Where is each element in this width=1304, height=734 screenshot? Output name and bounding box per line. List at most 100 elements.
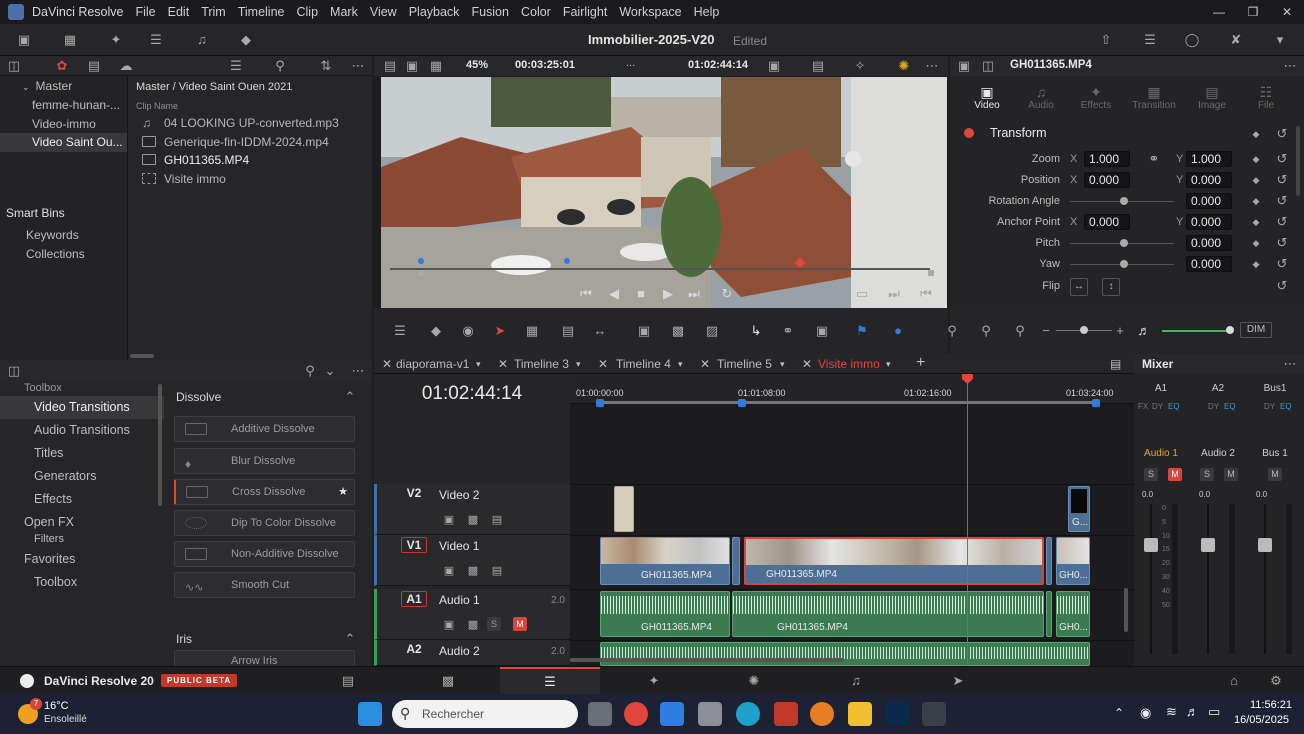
keyframe-icon[interactable]: ◆ [1248, 256, 1264, 272]
menu-help[interactable]: Help [694, 5, 720, 19]
fx-label[interactable]: FX [1138, 402, 1148, 411]
go-to-end-icon[interactable]: ⏭ [686, 286, 702, 302]
timeline-tab[interactable]: Timeline 4 [616, 357, 671, 371]
flip-horizontal-icon[interactable]: ↔ [1070, 278, 1088, 296]
edge-icon[interactable] [736, 702, 760, 726]
favorites-header[interactable]: Favorites [0, 548, 164, 571]
metadata-icon[interactable]: ◯ [1184, 32, 1200, 48]
edit-page-tab[interactable]: ☰ [500, 667, 600, 695]
tab-close-icon[interactable]: ✕ [382, 357, 392, 371]
panel-toggle-icon[interactable]: ◫ [6, 363, 22, 379]
clip-item[interactable]: ♫ 04 LOOKING UP-converted.mp3 [130, 114, 370, 133]
category-video-transitions[interactable]: Video Transitions [0, 396, 164, 419]
blue-marker[interactable] [564, 258, 570, 264]
timeline-tab[interactable]: diaporama-v1 [396, 357, 469, 371]
mute-button[interactable]: M [1268, 468, 1282, 481]
auto-select-icon[interactable]: ▩ [465, 512, 481, 528]
speaker-icon[interactable]: ♬ [1136, 323, 1152, 339]
solo-button[interactable]: S [487, 617, 501, 631]
track-header-a1[interactable]: A1 Audio 1 2.0 ▣ ▩ S M [374, 589, 570, 640]
dy-label[interactable]: DY [1208, 402, 1219, 411]
maximize-icon[interactable]: ❐ [1236, 0, 1270, 24]
anchor-x-field[interactable]: 0.000 [1084, 214, 1130, 230]
flip-vertical-icon[interactable]: ↕ [1102, 278, 1120, 296]
photoshop-icon[interactable] [886, 702, 910, 726]
a1-clip[interactable]: GH0... [1056, 591, 1090, 637]
menu-color[interactable]: Color [521, 5, 551, 19]
volume-slider[interactable] [1162, 330, 1228, 332]
timeline-ruler[interactable]: 01:00:00:00 01:01:08:00 01:02:16:00 01:0… [570, 374, 1134, 407]
fairlight-page-icon[interactable]: ♫ [848, 673, 864, 689]
category-effects[interactable]: Effects [0, 488, 164, 511]
weather-temp[interactable]: 16°C [44, 700, 69, 712]
v1-clip-selected[interactable]: GH011365.MP4 [744, 537, 1044, 585]
start-menu-icon[interactable] [358, 702, 382, 726]
layout-icon[interactable]: ▤ [382, 58, 398, 74]
v2-clip-still[interactable] [614, 486, 634, 532]
pointer-icon[interactable]: ➤ [492, 323, 508, 339]
tray-chevron-icon[interactable]: ⌃ [1114, 706, 1124, 720]
tab-close-icon[interactable]: ✕ [498, 357, 508, 371]
smart-bin-keywords[interactable]: Keywords [0, 226, 127, 245]
power-bins-icon[interactable]: ✿ [54, 58, 70, 74]
menu-clip[interactable]: Clip [297, 5, 319, 19]
chevron-down-icon[interactable]: ⌄ [322, 363, 338, 379]
viewer-scrubber[interactable] [390, 268, 930, 270]
clip-dropdown[interactable]: ... [626, 57, 635, 69]
timeline-hscroll[interactable] [570, 658, 1134, 662]
eq-label[interactable]: EQ [1224, 402, 1236, 411]
chevron-down-icon[interactable]: ▾ [678, 359, 683, 370]
firefox-icon[interactable] [810, 702, 834, 726]
keyframe-icon[interactable]: ◆ [1248, 172, 1264, 188]
category-open-fx[interactable]: Open FX [0, 511, 164, 534]
edit-index-icon[interactable]: ☰ [148, 32, 164, 48]
more-options-icon[interactable]: ⋯ [350, 363, 366, 379]
eq-label[interactable]: EQ [1168, 402, 1180, 411]
v2-clip[interactable]: G... [1068, 486, 1090, 532]
diamond-icon[interactable]: ◆ [428, 323, 444, 339]
overwrite-clip-icon[interactable]: ▩ [670, 323, 686, 339]
sort-icon[interactable]: ⇅ [318, 58, 334, 74]
cloud-icon[interactable]: ☁ [118, 58, 134, 74]
smart-bin-collections[interactable]: Collections [0, 245, 127, 264]
pitch-field[interactable]: 0.000 [1186, 235, 1232, 251]
zoom-custom-icon[interactable]: ⚲ [1012, 323, 1028, 339]
chevron-up-icon[interactable]: ⌃ [342, 631, 358, 647]
bin-item-selected[interactable]: Video Saint Ou... [0, 133, 127, 152]
auto-select-icon[interactable]: ▩ [465, 617, 481, 633]
mediapool-scrollbar[interactable] [130, 354, 154, 358]
play-icon[interactable]: ▶ [660, 286, 676, 302]
auto-select-icon[interactable]: ▩ [465, 563, 481, 579]
dynamic-trim-icon[interactable]: ▤ [560, 323, 576, 339]
timeline-tab[interactable]: Timeline 3 [514, 357, 569, 371]
tab-audio[interactable]: ♫ Audio [1016, 84, 1066, 111]
home-icon[interactable]: ⌂ [1226, 673, 1242, 689]
marker-icon[interactable]: ● [890, 323, 906, 339]
keyframe-icon[interactable]: ◆ [1248, 193, 1264, 209]
timeline-scroll-range[interactable] [600, 401, 1094, 404]
zoom-x-field[interactable]: 1.000 [1084, 151, 1130, 167]
favorites-toolbox[interactable]: Toolbox [0, 571, 164, 594]
task-view-icon[interactable] [588, 702, 612, 726]
reset-icon[interactable]: ↺ [1274, 151, 1290, 167]
clip-item-selected[interactable]: GH011365.MP4 [130, 151, 370, 170]
microphone-icon[interactable]: ◉ [460, 323, 476, 339]
yaw-field[interactable]: 0.000 [1186, 256, 1232, 272]
battery-icon[interactable]: ▭ [1208, 704, 1220, 720]
keyframe-icon[interactable]: ◆ [1248, 151, 1264, 167]
prev-edit-icon[interactable]: ⏮ [918, 286, 934, 302]
menu-view[interactable]: View [370, 5, 397, 19]
enable-track-icon[interactable]: ▤ [489, 512, 505, 528]
a2-clip[interactable] [600, 642, 1090, 666]
expand-icon[interactable]: ▾ [1272, 32, 1288, 48]
v1-clip[interactable]: GH011365.MP4 [600, 537, 730, 585]
tab-file[interactable]: ☷ File [1241, 84, 1291, 111]
more-options-icon[interactable]: ⋯ [350, 58, 366, 74]
track-header-a2[interactable]: A2 Audio 2 2.0 [374, 640, 570, 666]
chevron-down-icon[interactable]: ▾ [576, 359, 581, 370]
keyframe-icon[interactable]: ◆ [1248, 126, 1264, 142]
chrome-icon[interactable] [624, 702, 648, 726]
solo-button[interactable]: S [1200, 468, 1214, 481]
color-page-icon[interactable]: ✺ [746, 673, 762, 689]
crop-icon[interactable]: □ [392, 286, 408, 302]
